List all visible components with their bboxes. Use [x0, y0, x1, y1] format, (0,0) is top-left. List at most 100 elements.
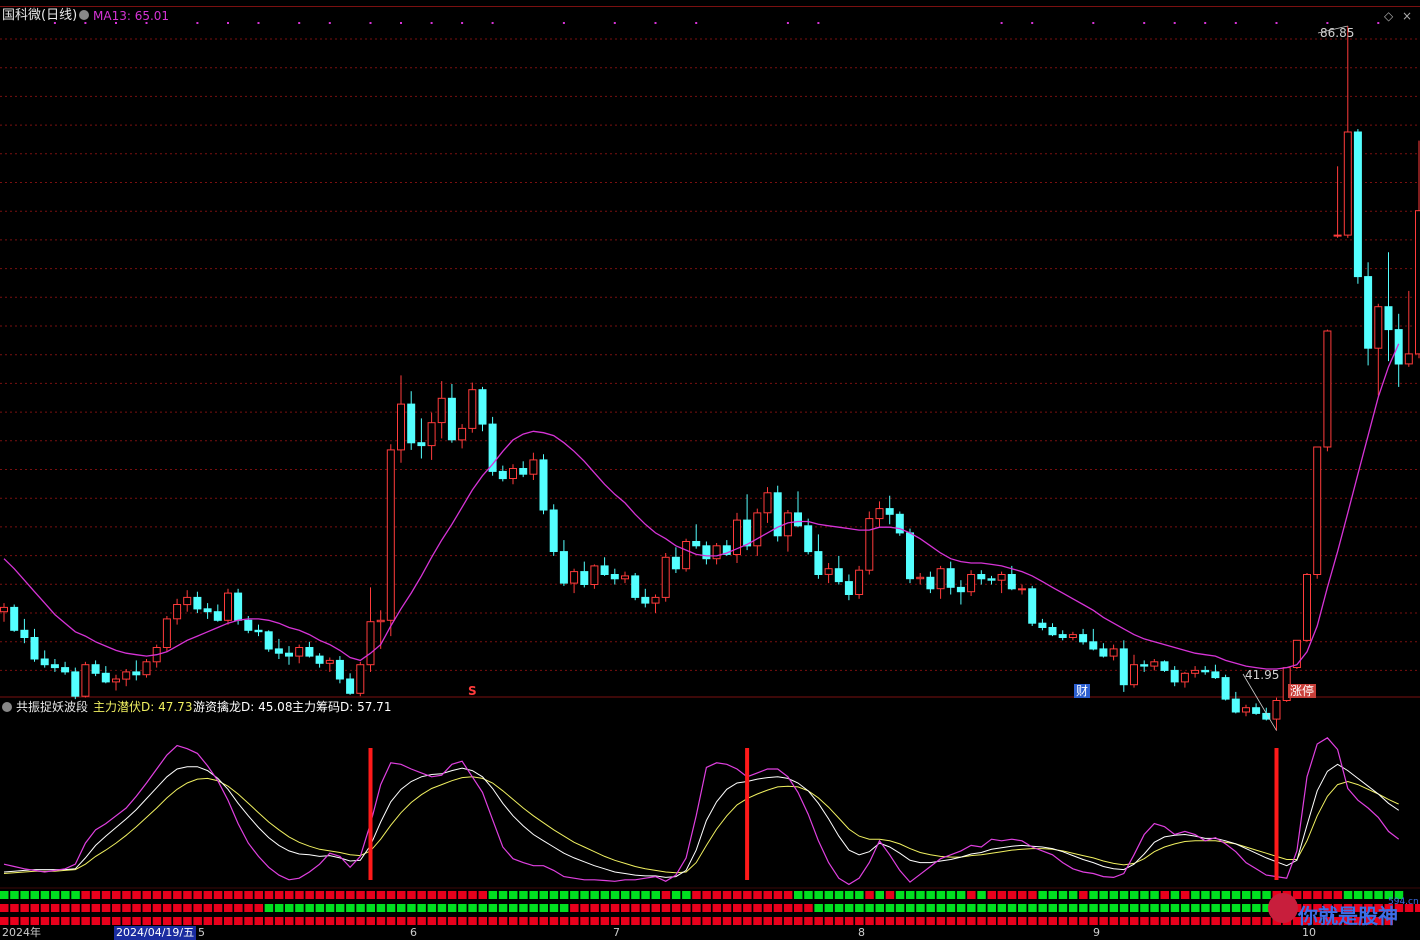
signal-grid-cell [275, 917, 284, 925]
signal-grid-cell [10, 891, 19, 899]
signal-grid-cell [774, 891, 783, 899]
candle-body [672, 557, 679, 569]
marker-zhangting[interactable]: 涨停 [1288, 684, 1316, 698]
indicator-name: 共振捉妖波段 [16, 700, 88, 714]
signal-grid-cell [387, 891, 396, 899]
signal-grid-cell [672, 904, 681, 912]
signal-grid-cell [529, 891, 538, 899]
ma-settings-icon[interactable] [79, 10, 89, 20]
signal-grid-cell [458, 917, 467, 925]
candle-body [1059, 635, 1066, 638]
signal-grid-cell [906, 904, 915, 912]
top-marker-dot [84, 22, 86, 24]
candle-body [438, 398, 445, 422]
signal-grid-cell [825, 917, 834, 925]
signal-grid-cell [713, 904, 722, 912]
candle-body [1161, 662, 1168, 671]
signal-grid-cell [387, 904, 396, 912]
signal-grid-cell [31, 891, 40, 899]
signal-grid-cell [234, 904, 243, 912]
signal-grid-cell [550, 917, 559, 925]
signal-grid-cell [1018, 904, 1027, 912]
signal-grid-cell [143, 891, 152, 899]
candle-body [1131, 665, 1138, 685]
signal-grid-cell [580, 891, 589, 899]
candle-body [1090, 642, 1097, 649]
signal-grid-cell [682, 891, 691, 899]
signal-grid-cell [346, 917, 355, 925]
signal-grid-cell [906, 891, 915, 899]
signal-grid-cell [743, 891, 752, 899]
signal-grid-cell [947, 917, 956, 925]
signal-grid-cell [499, 904, 508, 912]
candle-body [347, 679, 354, 693]
signal-grid-cell [326, 891, 335, 899]
signal-grid-cell [234, 891, 243, 899]
signal-grid-cell [132, 891, 141, 899]
signal-grid-cell [214, 904, 223, 912]
signal-grid-cell [631, 891, 640, 899]
signal-grid-cell [713, 917, 722, 925]
signal-grid-cell [1028, 917, 1037, 925]
top-marker-dot [431, 22, 433, 24]
candle-body [520, 469, 527, 475]
candle-body [1039, 623, 1046, 627]
signal-grid-cell [428, 904, 437, 912]
signal-grid-cell [733, 891, 742, 899]
signal-grid-cell [1150, 891, 1159, 899]
signal-grid-cell [316, 891, 325, 899]
signal-grid-cell [316, 904, 325, 912]
candle-body [1141, 665, 1148, 666]
candle-body [825, 569, 832, 575]
top-marker-dot [1143, 22, 1145, 24]
signal-grid-cell [244, 904, 253, 912]
signal-grid-cell [906, 917, 915, 925]
candle-body [1222, 678, 1229, 700]
signal-grid-cell [193, 917, 202, 925]
indicator-magenta-line [4, 738, 1399, 885]
marker-cai[interactable]: 财 [1074, 684, 1090, 698]
candle-body [1395, 330, 1402, 364]
signal-grid-cell [896, 917, 905, 925]
signal-grid-cell [611, 917, 620, 925]
marker-s[interactable]: S [468, 684, 477, 698]
signal-grid-cell [1018, 891, 1027, 899]
signal-grid-cell [305, 891, 314, 899]
signal-grid-cell [1140, 891, 1149, 899]
candle-body [1212, 672, 1219, 678]
signal-grid-cell [1242, 891, 1251, 899]
signal-grid-cell [560, 891, 569, 899]
window-close-icon[interactable]: × [1402, 9, 1412, 23]
top-marker-dot [614, 22, 616, 24]
signal-grid-cell [1252, 904, 1261, 912]
signal-grid-cell [743, 904, 752, 912]
candle-body [255, 630, 262, 631]
signal-grid-cell [1059, 904, 1068, 912]
signal-grid-cell [71, 891, 80, 899]
signal-grid-cell [957, 917, 966, 925]
watermark-site: 594.cn [1388, 895, 1419, 909]
signal-grid-cell [1079, 904, 1088, 912]
signal-grid-cell [1099, 904, 1108, 912]
top-marker-dot [492, 22, 494, 24]
signal-grid-cell [1242, 904, 1251, 912]
signal-grid-cell [519, 904, 528, 912]
candle-body [876, 509, 883, 519]
signal-grid-cell [458, 904, 467, 912]
indicator-settings-icon[interactable] [2, 702, 12, 712]
window-expand-icon[interactable]: ◇ [1384, 9, 1393, 23]
signal-grid-cell [1008, 891, 1017, 899]
candle-body [703, 546, 710, 559]
signal-grid-cell [967, 917, 976, 925]
signal-grid-cell [61, 917, 70, 925]
date-month-9: 9 [1093, 926, 1100, 940]
signal-grid-cell [631, 917, 640, 925]
signal-grid-cell [1049, 904, 1058, 912]
signal-grid-cell [1374, 891, 1383, 899]
date-selected[interactable]: 2024/04/19/五 [114, 926, 196, 940]
signal-grid-cell [1201, 891, 1210, 899]
signal-grid-cell [305, 904, 314, 912]
signal-grid-cell [1161, 904, 1170, 912]
date-month-8: 8 [858, 926, 865, 940]
signal-grid-cell [865, 917, 874, 925]
